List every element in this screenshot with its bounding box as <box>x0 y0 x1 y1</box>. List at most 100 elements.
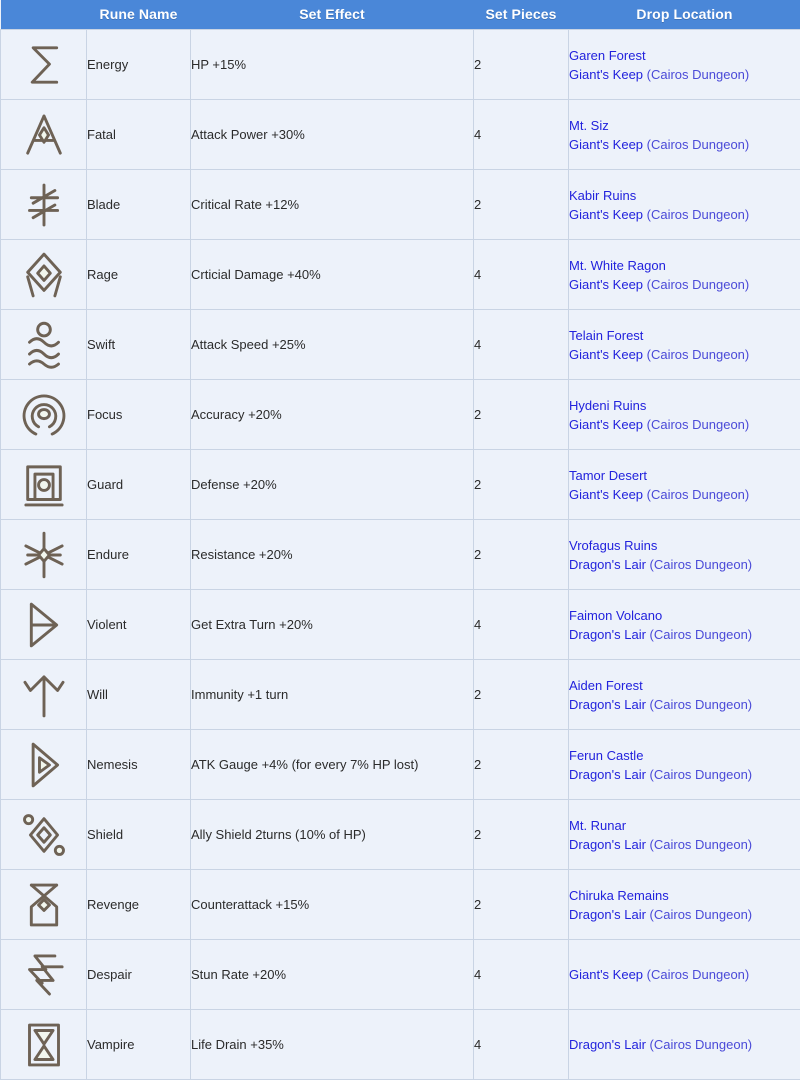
rune-shield-icon <box>15 806 73 864</box>
cell-set-effect: Critical Rate +12% <box>191 170 474 240</box>
cell-drop-location: Aiden ForestDragon's Lair (Cairos Dungeo… <box>569 660 800 730</box>
cell-set-effect: Get Extra Turn +20% <box>191 590 474 660</box>
drop-location-link[interactable]: Ferun Castle <box>569 746 800 765</box>
cell-set-effect: Immunity +1 turn <box>191 660 474 730</box>
cell-set-pieces: 4 <box>474 240 569 310</box>
drop-location-link[interactable]: Tamor Desert <box>569 466 800 485</box>
cell-set-effect: Attack Speed +25% <box>191 310 474 380</box>
drop-location-link[interactable]: Aiden Forest <box>569 676 800 695</box>
table-row: EnergyHP +15%2Garen ForestGiant's Keep (… <box>1 30 800 100</box>
rune-guard-icon <box>15 456 73 514</box>
rune-nemesis-icon <box>15 736 73 794</box>
cell-set-effect: HP +15% <box>191 30 474 100</box>
drop-location-link[interactable]: Hydeni Ruins <box>569 396 800 415</box>
cell-drop-location: Giant's Keep (Cairos Dungeon) <box>569 940 800 1010</box>
cell-drop-location: Kabir RuinsGiant's Keep (Cairos Dungeon) <box>569 170 800 240</box>
cell-drop-location: Vrofagus RuinsDragon's Lair (Cairos Dung… <box>569 520 800 590</box>
cell-rune-name: Guard <box>87 450 191 520</box>
drop-location-link[interactable]: Dragon's Lair (Cairos Dungeon) <box>569 695 800 714</box>
cell-drop-location: Garen ForestGiant's Keep (Cairos Dungeon… <box>569 30 800 100</box>
rune-focus-icon <box>15 386 73 444</box>
drop-location-link[interactable]: Garen Forest <box>569 46 800 65</box>
cell-set-pieces: 4 <box>474 590 569 660</box>
cell-rune-name: Fatal <box>87 100 191 170</box>
dungeon-parenthetical: (Cairos Dungeon) <box>650 907 753 922</box>
dungeon-parenthetical: (Cairos Dungeon) <box>647 967 750 982</box>
cell-rune-name: Revenge <box>87 870 191 940</box>
header-row: Rune Name Set Effect Set Pieces Drop Loc… <box>1 0 800 30</box>
table-body: EnergyHP +15%2Garen ForestGiant's Keep (… <box>1 30 800 1080</box>
cell-rune-name: Focus <box>87 380 191 450</box>
cell-drop-location: Mt. White RagonGiant's Keep (Cairos Dung… <box>569 240 800 310</box>
dungeon-parenthetical: (Cairos Dungeon) <box>650 627 753 642</box>
drop-location-link[interactable]: Dragon's Lair (Cairos Dungeon) <box>569 905 800 924</box>
cell-rune-name: Violent <box>87 590 191 660</box>
cell-drop-location: Tamor DesertGiant's Keep (Cairos Dungeon… <box>569 450 800 520</box>
cell-rune-name: Will <box>87 660 191 730</box>
drop-location-link[interactable]: Dragon's Lair (Cairos Dungeon) <box>569 1035 800 1054</box>
drop-location-link[interactable]: Faimon Volcano <box>569 606 800 625</box>
drop-location-link[interactable]: Dragon's Lair (Cairos Dungeon) <box>569 625 800 644</box>
cell-set-pieces: 4 <box>474 940 569 1010</box>
drop-location-link[interactable]: Giant's Keep (Cairos Dungeon) <box>569 135 800 154</box>
cell-set-pieces: 2 <box>474 660 569 730</box>
drop-location-link[interactable]: Giant's Keep (Cairos Dungeon) <box>569 65 800 84</box>
rune-revenge-icon <box>15 876 73 934</box>
drop-location-link[interactable]: Mt. Runar <box>569 816 800 835</box>
rune-set-table: Rune Name Set Effect Set Pieces Drop Loc… <box>0 0 800 1080</box>
drop-location-link[interactable]: Giant's Keep (Cairos Dungeon) <box>569 485 800 504</box>
rune-violent-icon <box>15 596 73 654</box>
drop-location-link[interactable]: Dragon's Lair (Cairos Dungeon) <box>569 835 800 854</box>
dungeon-parenthetical: (Cairos Dungeon) <box>647 277 750 292</box>
drop-location-link[interactable]: Chiruka Remains <box>569 886 800 905</box>
cell-drop-location: Chiruka RemainsDragon's Lair (Cairos Dun… <box>569 870 800 940</box>
drop-location-link[interactable]: Dragon's Lair (Cairos Dungeon) <box>569 555 800 574</box>
cell-set-effect: Life Drain +35% <box>191 1010 474 1080</box>
cell-rune-icon <box>1 310 87 380</box>
table-row: FatalAttack Power +30%4Mt. SizGiant's Ke… <box>1 100 800 170</box>
cell-set-pieces: 2 <box>474 800 569 870</box>
drop-location-link[interactable]: Telain Forest <box>569 326 800 345</box>
drop-location-link[interactable]: Giant's Keep (Cairos Dungeon) <box>569 345 800 364</box>
column-header-set-pieces: Set Pieces <box>474 0 569 30</box>
table-row: SwiftAttack Speed +25%4Telain ForestGian… <box>1 310 800 380</box>
table-row: ShieldAlly Shield 2turns (10% of HP)2Mt.… <box>1 800 800 870</box>
table-row: VampireLife Drain +35%4Dragon's Lair (Ca… <box>1 1010 800 1080</box>
dungeon-parenthetical: (Cairos Dungeon) <box>647 417 750 432</box>
rune-rage-icon <box>15 246 73 304</box>
cell-set-effect: Stun Rate +20% <box>191 940 474 1010</box>
drop-location-link[interactable]: Vrofagus Ruins <box>569 536 800 555</box>
dungeon-parenthetical: (Cairos Dungeon) <box>650 767 753 782</box>
drop-location-link[interactable]: Dragon's Lair (Cairos Dungeon) <box>569 765 800 784</box>
cell-drop-location: Ferun CastleDragon's Lair (Cairos Dungeo… <box>569 730 800 800</box>
rune-fatal-icon <box>15 106 73 164</box>
cell-set-effect: Attack Power +30% <box>191 100 474 170</box>
table-row: ViolentGet Extra Turn +20%4Faimon Volcan… <box>1 590 800 660</box>
cell-set-pieces: 2 <box>474 730 569 800</box>
drop-location-link[interactable]: Giant's Keep (Cairos Dungeon) <box>569 205 800 224</box>
cell-drop-location: Dragon's Lair (Cairos Dungeon) <box>569 1010 800 1080</box>
drop-location-link[interactable]: Giant's Keep (Cairos Dungeon) <box>569 965 800 984</box>
drop-location-link[interactable]: Mt. Siz <box>569 116 800 135</box>
dungeon-parenthetical: (Cairos Dungeon) <box>647 137 750 152</box>
cell-rune-icon <box>1 380 87 450</box>
drop-location-link[interactable]: Mt. White Ragon <box>569 256 800 275</box>
cell-set-effect: Accuracy +20% <box>191 380 474 450</box>
rune-blade-icon <box>15 176 73 234</box>
cell-rune-icon <box>1 800 87 870</box>
dungeon-parenthetical: (Cairos Dungeon) <box>650 557 753 572</box>
cell-rune-name: Shield <box>87 800 191 870</box>
cell-set-pieces: 2 <box>474 520 569 590</box>
drop-location-link[interactable]: Giant's Keep (Cairos Dungeon) <box>569 415 800 434</box>
cell-set-effect: Ally Shield 2turns (10% of HP) <box>191 800 474 870</box>
drop-location-link[interactable]: Giant's Keep (Cairos Dungeon) <box>569 275 800 294</box>
cell-set-pieces: 2 <box>474 870 569 940</box>
cell-rune-icon <box>1 730 87 800</box>
drop-location-link[interactable]: Kabir Ruins <box>569 186 800 205</box>
cell-rune-name: Endure <box>87 520 191 590</box>
rune-will-icon <box>15 666 73 724</box>
dungeon-parenthetical: (Cairos Dungeon) <box>647 487 750 502</box>
cell-rune-name: Energy <box>87 30 191 100</box>
cell-set-effect: Resistance +20% <box>191 520 474 590</box>
cell-rune-name: Vampire <box>87 1010 191 1080</box>
